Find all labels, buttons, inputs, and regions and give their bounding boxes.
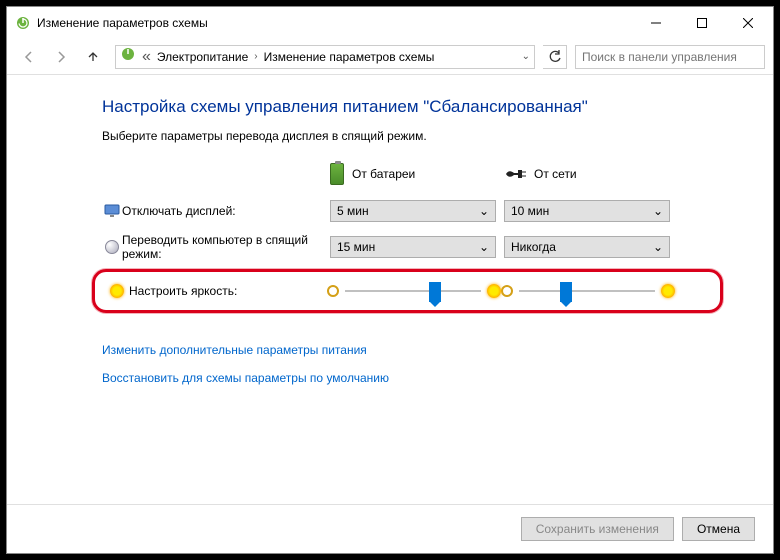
display-off-battery-dropdown[interactable]: 5 мин⌄ <box>330 200 496 222</box>
sun-bright-icon <box>487 284 501 298</box>
brightness-battery-slider[interactable] <box>345 280 481 302</box>
row-sleep: Переводить компьютер в спящий режим: 15 … <box>102 233 713 261</box>
search-input[interactable] <box>575 45 765 69</box>
breadcrumb-root[interactable]: Электропитание <box>157 50 248 64</box>
app-icon <box>15 15 31 31</box>
row-sleep-label: Переводить компьютер в спящий режим: <box>122 233 330 261</box>
chevron-icon: « <box>142 48 151 66</box>
brightness-battery-slider-wrap <box>327 280 501 302</box>
chevron-right-icon: › <box>254 51 257 62</box>
forward-button[interactable] <box>47 43 75 71</box>
close-button[interactable] <box>725 8 771 38</box>
row-brightness-label: Настроить яркость: <box>129 284 327 298</box>
sun-dim-icon <box>327 285 339 297</box>
sleep-ac-dropdown[interactable]: Никогда⌄ <box>504 236 670 258</box>
plug-icon <box>504 167 526 181</box>
brightness-ac-slider-wrap <box>501 280 675 302</box>
row-display-off: Отключать дисплей: 5 мин⌄ 10 мин⌄ <box>102 197 713 225</box>
sun-icon <box>105 284 129 298</box>
mode-ac: От сети <box>504 163 678 185</box>
sleep-battery-dropdown[interactable]: 15 мин⌄ <box>330 236 496 258</box>
modes-row: От батареи От сети <box>102 163 713 185</box>
page-heading: Настройка схемы управления питанием "Сба… <box>102 97 713 117</box>
address-bar[interactable]: « Электропитание › Изменение параметров … <box>115 45 535 69</box>
chevron-down-icon: ⌄ <box>479 240 489 254</box>
back-button[interactable] <box>15 43 43 71</box>
brightness-ac-slider[interactable] <box>519 280 655 302</box>
page-subheading: Выберите параметры перевода дисплея в сп… <box>102 129 713 143</box>
row-display-off-label: Отключать дисплей: <box>122 204 330 218</box>
mode-battery: От батареи <box>330 163 504 185</box>
refresh-button[interactable] <box>543 45 567 69</box>
moon-icon <box>102 240 122 254</box>
window: Изменение параметров схемы « Электропита… <box>6 6 774 554</box>
cancel-button[interactable]: Отмена <box>682 517 755 541</box>
minimize-button[interactable] <box>633 8 679 38</box>
address-icon <box>120 46 136 67</box>
battery-icon <box>330 163 344 185</box>
links-section: Изменить дополнительные параметры питани… <box>102 343 713 385</box>
display-icon <box>102 204 122 218</box>
content: Настройка схемы управления питанием "Сба… <box>7 75 773 504</box>
save-button: Сохранить изменения <box>521 517 674 541</box>
sun-bright-icon <box>661 284 675 298</box>
navbar: « Электропитание › Изменение параметров … <box>7 39 773 75</box>
chevron-down-icon: ⌄ <box>479 204 489 218</box>
addr-dropdown-icon[interactable]: ⌄ <box>522 51 530 62</box>
display-off-ac-dropdown[interactable]: 10 мин⌄ <box>504 200 670 222</box>
up-button[interactable] <box>79 43 107 71</box>
window-title: Изменение параметров схемы <box>37 16 633 30</box>
maximize-button[interactable] <box>679 8 725 38</box>
mode-ac-label: От сети <box>534 167 577 181</box>
advanced-settings-link[interactable]: Изменить дополнительные параметры питани… <box>102 343 713 357</box>
chevron-down-icon: ⌄ <box>653 240 663 254</box>
slider-thumb[interactable] <box>560 282 572 302</box>
restore-defaults-link[interactable]: Восстановить для схемы параметры по умол… <box>102 371 713 385</box>
slider-thumb[interactable] <box>429 282 441 302</box>
chevron-down-icon: ⌄ <box>653 204 663 218</box>
titlebar: Изменение параметров схемы <box>7 7 773 39</box>
footer: Сохранить изменения Отмена <box>7 504 773 553</box>
mode-battery-label: От батареи <box>352 167 415 181</box>
sun-dim-icon <box>501 285 513 297</box>
breadcrumb-current[interactable]: Изменение параметров схемы <box>264 50 435 64</box>
row-brightness-highlighted: Настроить яркость: <box>92 269 723 313</box>
